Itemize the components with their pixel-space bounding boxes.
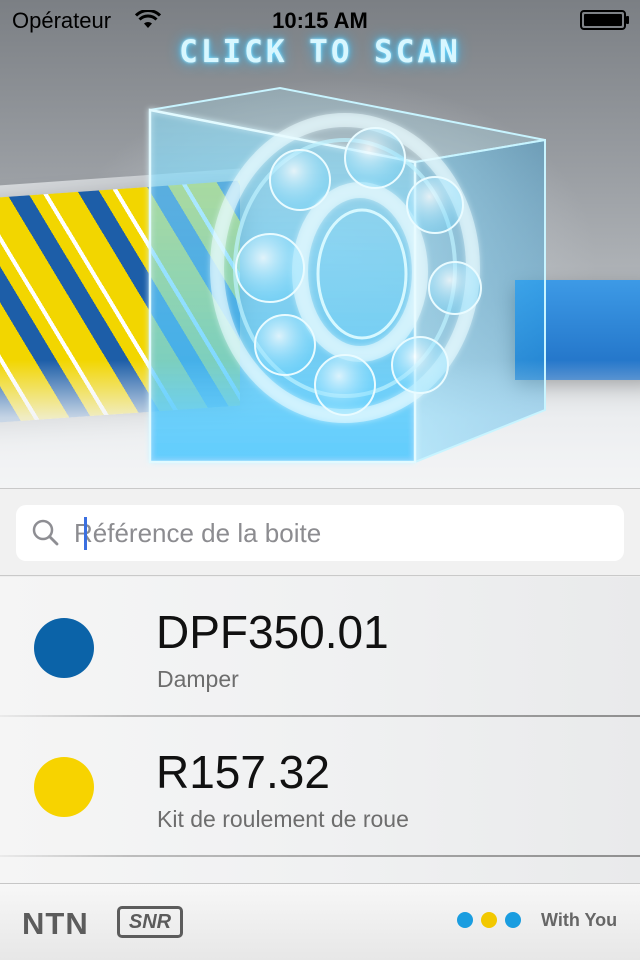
snr-logo: SNR	[117, 906, 183, 938]
footer-dot	[481, 912, 497, 928]
search-field[interactable]	[16, 505, 624, 561]
item-description: Damper	[157, 666, 239, 692]
battery-icon	[580, 10, 629, 30]
results-list: DPF350.01 Damper R157.32 Kit de roulemen…	[0, 577, 640, 883]
list-item[interactable]: DPF350.01 Damper	[0, 577, 640, 717]
status-dot	[34, 757, 94, 817]
ntn-logo: NTN	[22, 906, 89, 941]
scan-hero[interactable]: CLICK TO SCAN	[0, 0, 640, 488]
holographic-bearing-icon[interactable]	[0, 0, 640, 488]
item-description: Kit de roulement de roue	[157, 806, 409, 832]
search-bar	[0, 488, 640, 576]
search-icon	[32, 519, 59, 546]
status-bar: Opérateur 10:15 AM	[0, 0, 640, 40]
search-input[interactable]	[74, 513, 604, 553]
divider	[0, 855, 640, 857]
text-caret	[84, 517, 87, 550]
status-dot	[34, 618, 94, 678]
footer-dot	[505, 912, 521, 928]
tagline: With You	[541, 910, 618, 930]
item-reference: DPF350.01	[156, 606, 389, 658]
list-item[interactable]: R157.32 Kit de roulement de roue	[0, 717, 640, 857]
status-time: 10:15 AM	[272, 8, 368, 33]
item-reference: R157.32	[156, 746, 330, 798]
footer-dot	[457, 912, 473, 928]
